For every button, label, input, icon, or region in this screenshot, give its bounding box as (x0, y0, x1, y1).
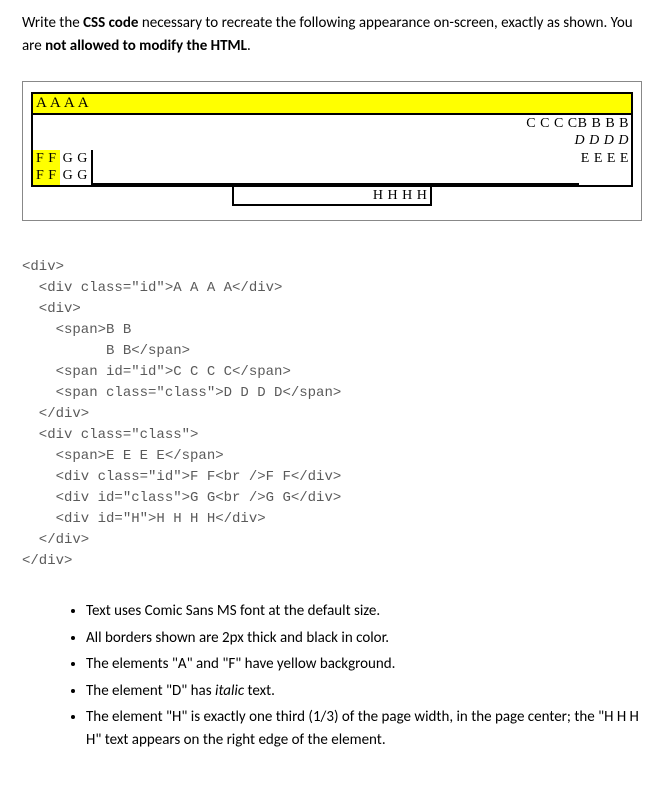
note-item-2: All borders shown are 2px thick and blac… (86, 627, 642, 650)
note-item-3: The elements "A" and "F" have yellow bac… (86, 653, 642, 676)
mock-row-h: H H H H (31, 187, 633, 207)
intro-text-3: . (247, 37, 251, 55)
note-4-pre: The element "D" has (86, 682, 215, 700)
note-4-italic: italic (215, 682, 244, 700)
note-item-5: The element "H" is exactly one third (1/… (86, 706, 642, 751)
mock-row-ccccbbbb: C C C CB B B B (33, 115, 631, 133)
mock-row-dddd: D D D D (33, 132, 631, 150)
note-item-4: The element "D" has italic text. (86, 680, 642, 703)
intro-paragraph: Write the CSS code necessary to recreate… (22, 12, 642, 57)
mock-col-ffgg: F F F F G G G G (33, 150, 93, 185)
mock-gg: G G G G (60, 150, 91, 185)
note-item-1: Text uses Comic Sans MS font at the defa… (86, 600, 642, 623)
html-code-block: <div> <div class="id">A A A A</div> <div… (22, 257, 642, 572)
mock-ff-line1: F F (36, 150, 57, 168)
mock-ff: F F F F (33, 150, 60, 185)
mock-mid-spacer (93, 150, 579, 185)
mock-row-a: A A A A (33, 94, 631, 115)
mock-bbbb: B B B B (578, 116, 629, 131)
mock-gg-line2: G G (63, 167, 88, 185)
notes-list: Text uses Comic Sans MS font at the defa… (22, 600, 642, 751)
mock-hbox: H H H H (232, 187, 433, 207)
mock-rendering: A A A A C C C CB B B B D D D D F F F F G… (31, 92, 633, 206)
intro-bold-css-code: CSS code (83, 14, 138, 32)
mock-outer-box: A A A A C C C CB B B B D D D D F F F F G… (31, 92, 633, 187)
mock-ff-line2: F F (36, 167, 57, 185)
mock-cccc: C C C C (526, 116, 577, 131)
intro-text-1: Write the (22, 14, 83, 32)
mock-eeee: E E E E (579, 150, 631, 185)
mock-gg-line1: G G (63, 150, 88, 168)
intro-bold-not-allowed: not allowed to modify the HTML (45, 37, 247, 55)
mock-row-efg: F F F F G G G G E E E E (33, 150, 631, 185)
note-4-post: text. (244, 682, 275, 700)
figure-frame: A A A A C C C CB B B B D D D D F F F F G… (22, 81, 642, 221)
